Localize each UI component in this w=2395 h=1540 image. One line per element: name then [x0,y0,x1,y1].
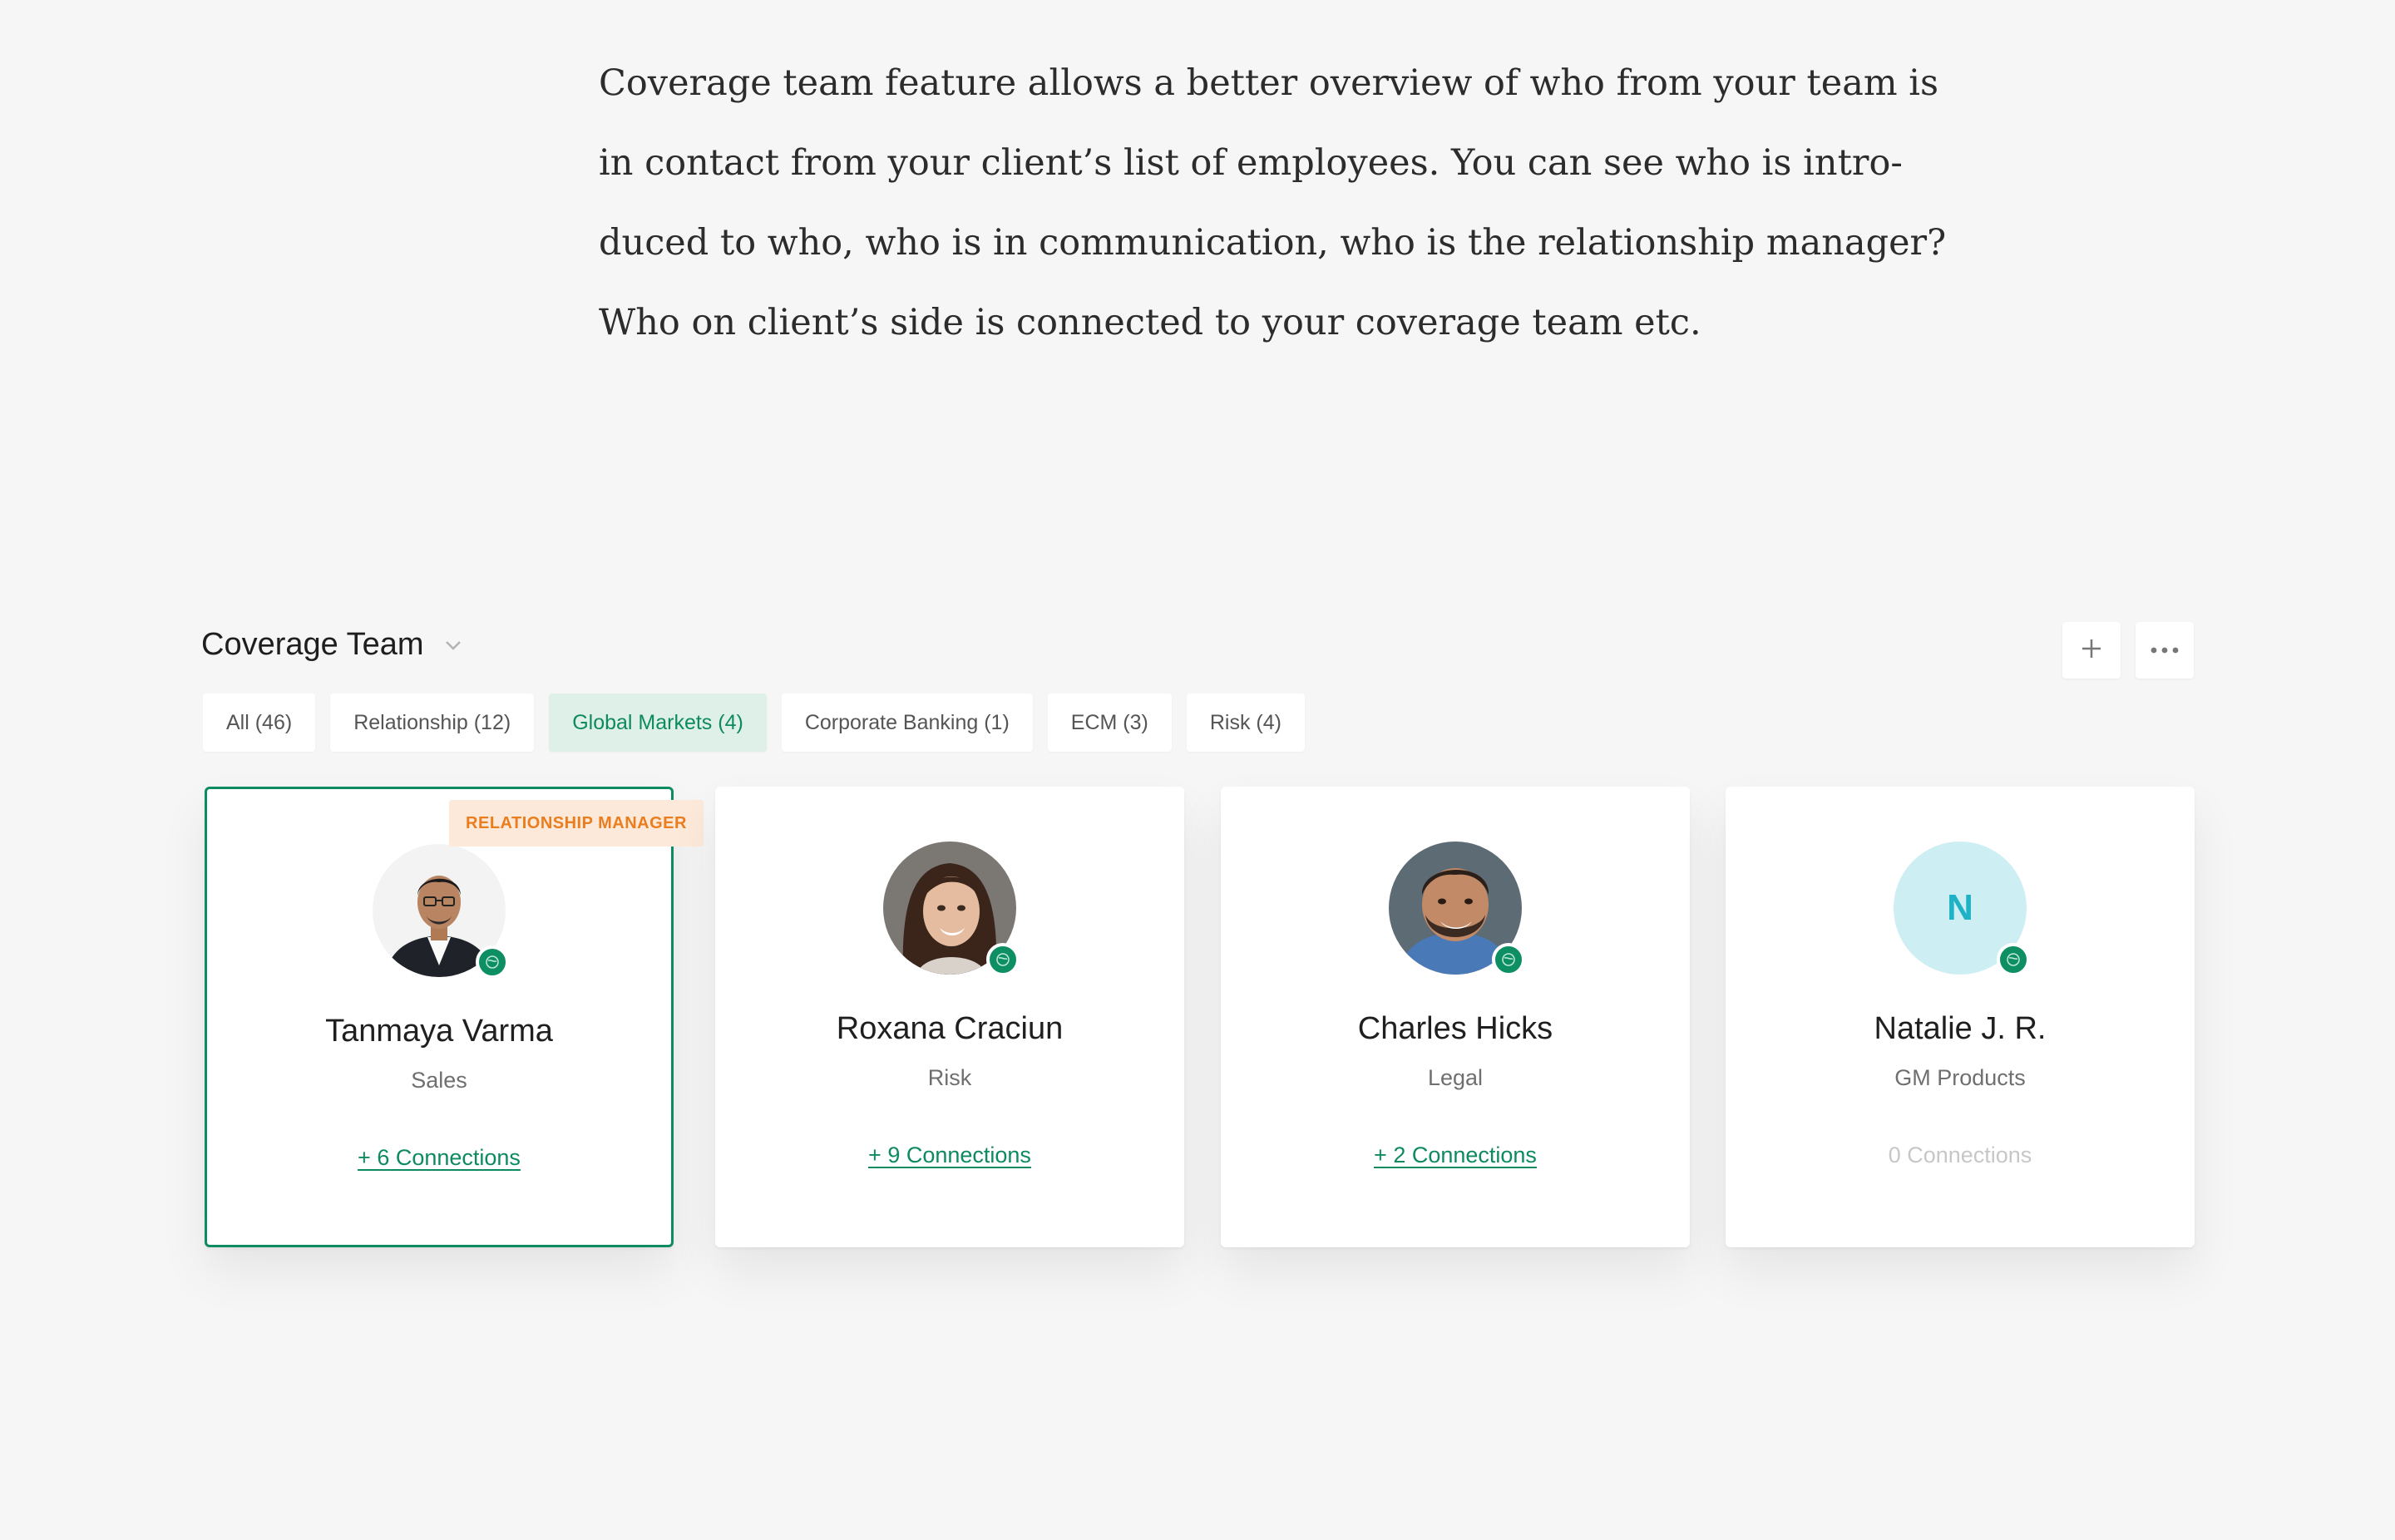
connections-link[interactable]: + 2 Connections [1374,1143,1537,1167]
avatar: N [1894,842,2030,976]
globe-icon [1502,953,1515,966]
filter-tabs: All (46) Relationship (12) Global Market… [203,693,1305,752]
connections: 0 Connections [1726,1143,2195,1168]
more-horizontal-icon [2151,643,2179,658]
person-card[interactable]: Charles Hicks Legal + 2 Connections [1221,787,1690,1247]
avatar [373,844,509,979]
person-name: Charles Hicks [1357,1011,1553,1046]
connections: + 2 Connections [1221,1143,1690,1168]
intro-line: in contact from your client’s list of em… [599,142,1903,184]
connections: + 9 Connections [715,1143,1184,1168]
globe-icon [996,953,1010,966]
connections-count: 0 Connections [1888,1143,2032,1167]
status-dot [986,943,1020,976]
intro-paragraph: Coverage team feature allows a better ov… [599,43,1947,363]
status-dot [1492,943,1525,976]
connections-link[interactable]: + 9 Connections [868,1143,1031,1167]
person-role: Risk [927,1065,972,1090]
more-options-button[interactable] [2136,622,2194,679]
tab-risk[interactable]: Risk (4) [1186,693,1305,752]
add-member-button[interactable] [2062,622,2121,679]
section-title: Coverage Team [201,627,424,662]
person-role: Sales [411,1068,467,1093]
coverage-team-dropdown[interactable]: Coverage Team [201,627,464,663]
tab-all[interactable]: All (46) [203,693,316,752]
person-name: Tanmaya Varma [325,1014,553,1049]
tab-corporate-banking[interactable]: Corporate Banking (1) [781,693,1033,752]
tab-global-markets[interactable]: Global Markets (4) [549,693,767,752]
person-card[interactable]: Roxana Craciun Risk + 9 Connections [715,787,1184,1247]
status-dot [476,945,509,979]
globe-icon [486,955,499,969]
intro-line: Coverage team feature allows a better ov… [599,62,1939,104]
person-role: GM Products [1894,1065,2026,1090]
tab-ecm[interactable]: ECM (3) [1047,693,1172,752]
person-card[interactable]: N Natalie J. R. GM Products 0 Connection… [1726,787,2195,1247]
person-name: Natalie J. R. [1874,1011,2047,1046]
connections-link[interactable]: + 6 Connections [358,1145,521,1170]
intro-line: duced to who, who is in communication, w… [599,222,1947,264]
tab-relationship[interactable]: Relationship (12) [330,693,535,752]
plus-icon [2080,637,2103,664]
globe-icon [2007,953,2020,966]
avatar [1389,842,1525,976]
relationship-manager-badge: RELATIONSHIP MANAGER [449,800,704,847]
person-role: Legal [1427,1065,1484,1090]
status-dot [1997,943,2030,976]
connections: + 6 Connections [207,1145,671,1171]
person-card[interactable]: Tanmaya Varma Sales + 6 Connections [205,787,674,1247]
avatar [883,842,1020,976]
person-name: Roxana Craciun [836,1011,1064,1046]
chevron-down-icon [442,634,464,656]
intro-line: Who on client’s side is connected to you… [599,302,1701,343]
